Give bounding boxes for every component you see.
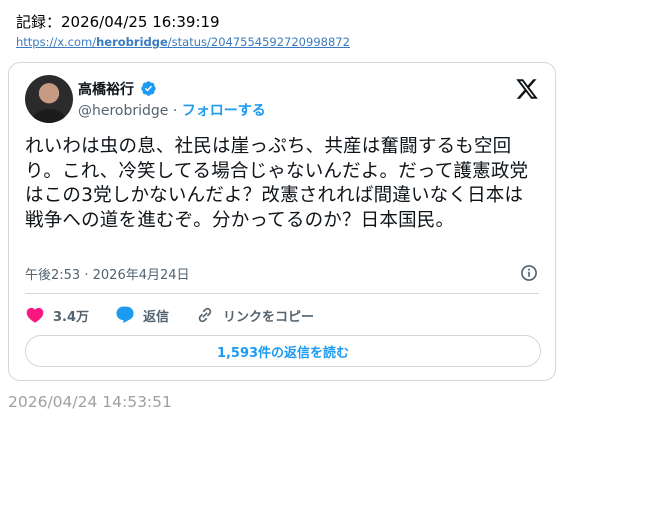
date-separator: · [84, 268, 89, 283]
tweet-text: れいわは虫の息、社民は崖っぷち、共産は奮闘するも空回り。これ、冷笑してる場合じゃ… [25, 136, 529, 231]
follow-button[interactable]: フォローする [182, 103, 266, 119]
url-user: herobridge [96, 35, 168, 49]
reply-button[interactable]: 返信 [115, 305, 169, 325]
footer-timestamp: 2026/04/24 14:53:51 [8, 393, 172, 411]
handle-separator: · [172, 103, 178, 119]
tweet-card: 高橋裕行 @herobridge · フォローする れいわは虫の息、社民は崖っぷ… [8, 62, 556, 381]
handle-row: @herobridge · フォローする [78, 100, 266, 120]
record-timestamp: 記録：2026/04/25 16:39:19 [16, 13, 220, 31]
heart-icon [26, 307, 44, 323]
action-bar: 3.4万 返信 リンクをコピー [25, 305, 545, 325]
info-icon[interactable] [519, 263, 539, 283]
avatar[interactable] [25, 75, 73, 123]
tweet-timestamp[interactable]: 午後2:53 · 2026年4月24日 [25, 264, 190, 283]
tweet-time: 午後2:53 [25, 268, 81, 283]
tweet-url-link[interactable]: https://x.com/herobridge/status/20475545… [16, 35, 350, 49]
speech-bubble-icon [116, 306, 134, 324]
divider [25, 293, 539, 294]
link-icon [198, 307, 212, 323]
url-suffix: /status/2047554592720998872 [167, 35, 350, 49]
like-button[interactable]: 3.4万 [25, 305, 89, 325]
x-logo-icon[interactable] [515, 77, 539, 101]
author-name[interactable]: 高橋裕行 [78, 79, 134, 99]
verified-badge-icon [141, 81, 156, 96]
read-replies-button[interactable]: 1,593件の返信を読む [25, 335, 541, 367]
copy-link-label: リンクをコピー [223, 309, 315, 325]
url-prefix: https://x.com/ [16, 35, 97, 49]
copy-link-button[interactable]: リンクをコピー [195, 305, 314, 325]
reply-label: 返信 [143, 309, 170, 325]
author-handle[interactable]: @herobridge [78, 103, 168, 119]
tweet-date: 2026年4月24日 [92, 268, 190, 283]
like-count: 3.4万 [53, 309, 90, 325]
